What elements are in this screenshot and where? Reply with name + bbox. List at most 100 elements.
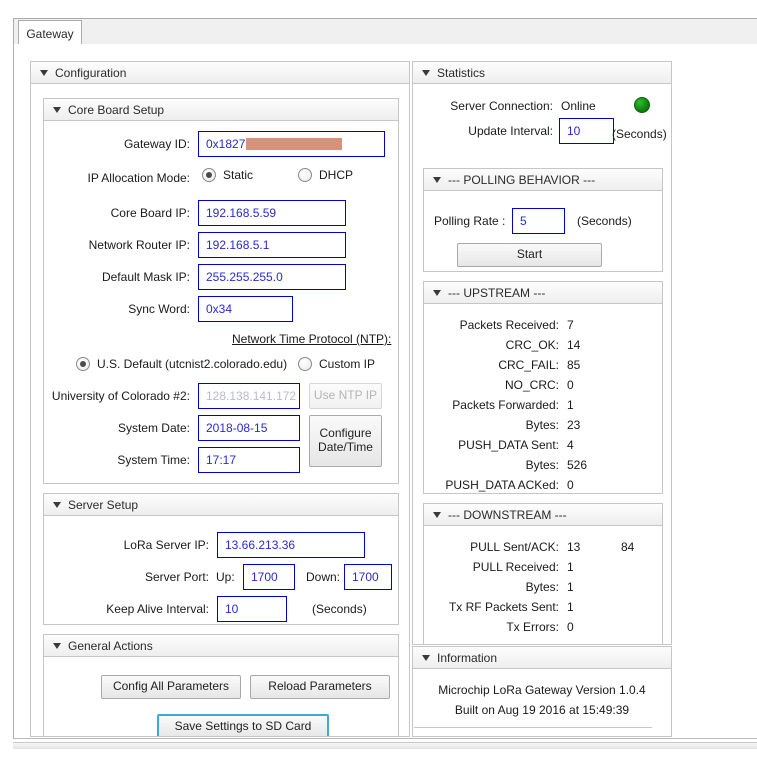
server-port-up-input[interactable]: 1700 <box>243 564 295 590</box>
radio-ntp-custom-ip-dot <box>298 357 312 371</box>
start-polling-button[interactable]: Start <box>457 243 602 267</box>
radio-static[interactable]: Static <box>202 168 253 182</box>
configuration-panel-header[interactable]: Configuration <box>31 62 409 84</box>
server-port-down-input[interactable]: 1700 <box>344 564 392 590</box>
radio-ntp-custom-ip[interactable]: Custom IP <box>298 357 375 371</box>
configure-date-time-button[interactable]: Configure Date/Time <box>309 415 382 467</box>
information-panel: Information Microchip LoRa Gateway Versi… <box>412 646 672 737</box>
system-time-label: System Time: <box>117 453 190 467</box>
upstream-row-value: 14 <box>567 338 581 352</box>
polling-behavior-body: Polling Rate : 5 (Seconds) Start <box>424 191 662 271</box>
downstream-row-value: 1 <box>567 600 574 614</box>
update-interval-value: 10 <box>567 124 581 138</box>
default-mask-ip-value: 255.255.255.0 <box>206 270 283 284</box>
polling-rate-input[interactable]: 5 <box>512 208 565 234</box>
core-board-ip-value: 192.168.5.59 <box>206 206 277 220</box>
configuration-panel-body: Core Board Setup Gateway ID: 0x1827 IP A… <box>31 84 409 736</box>
upstream-header[interactable]: --- UPSTREAM --- <box>424 282 662 304</box>
core-board-setup-header[interactable]: Core Board Setup <box>44 99 398 121</box>
keep-alive-interval-input[interactable]: 10 <box>217 596 287 622</box>
upstream-row-value: 7 <box>567 318 574 332</box>
config-all-parameters-button[interactable]: Config All Parameters <box>101 675 241 699</box>
configuration-panel: Configuration Core Board Setup Gateway I… <box>30 61 410 737</box>
lora-server-ip-value: 13.66.213.36 <box>225 538 296 552</box>
upstream-row-value: 85 <box>567 358 581 372</box>
statistics-panel-header[interactable]: Statistics <box>413 62 671 84</box>
radio-ntp-us-default-dot <box>76 357 90 371</box>
upstream-title: --- UPSTREAM --- <box>448 285 546 300</box>
system-date-value: 2018-08-15 <box>206 421 268 435</box>
reload-parameters-button[interactable]: Reload Parameters <box>250 675 390 699</box>
tab-gateway[interactable]: Gateway <box>18 20 82 46</box>
statistics-panel: Statistics Server Connection: Online Upd… <box>412 61 672 645</box>
update-interval-input[interactable]: 10 <box>559 118 614 144</box>
ntp-server-input[interactable]: 128.138.141.172 <box>198 383 300 409</box>
window-bottom-bar <box>13 742 757 749</box>
save-settings-to-sd-card-label: Save Settings to SD Card <box>174 719 312 734</box>
configuration-panel-title: Configuration <box>55 65 127 80</box>
sync-word-value: 0x34 <box>206 302 233 316</box>
information-panel-header[interactable]: Information <box>413 647 671 669</box>
chevron-down-icon <box>53 501 61 508</box>
downstream-row-value: 1 <box>567 580 574 594</box>
gateway-id-label: Gateway ID: <box>123 137 190 151</box>
chevron-down-icon <box>40 69 48 76</box>
save-settings-to-sd-card-button[interactable]: Save Settings to SD Card <box>157 714 329 736</box>
ntp-heading: Network Time Protocol (NTP): <box>232 332 392 346</box>
upstream-row-value: 526 <box>567 458 588 472</box>
polling-behavior-header[interactable]: --- POLLING BEHAVIOR --- <box>424 169 662 191</box>
server-setup-title: Server Setup <box>68 497 139 512</box>
general-actions-title: General Actions <box>68 638 153 653</box>
upstream-row-value: 0 <box>567 378 574 392</box>
core-board-setup-group: Core Board Setup Gateway ID: 0x1827 IP A… <box>43 98 399 484</box>
radio-dhcp[interactable]: DHCP <box>298 168 353 182</box>
upstream-row-label: Bytes: <box>525 418 559 432</box>
information-panel-title: Information <box>437 650 498 665</box>
polling-behavior-title: --- POLLING BEHAVIOR --- <box>448 172 596 187</box>
server-setup-header[interactable]: Server Setup <box>44 494 398 516</box>
use-ntp-ip-button-label: Use NTP IP <box>313 388 378 403</box>
server-port-up-value: 1700 <box>251 570 278 584</box>
ntp-server-value: 128.138.141.172 <box>206 389 297 403</box>
core-board-setup-body: Gateway ID: 0x1827 IP Allocation Mode: S… <box>44 121 398 483</box>
update-interval-units: (Seconds) <box>612 127 667 141</box>
upstream-row-label: PUSH_DATA ACKed: <box>445 478 559 492</box>
server-port-label: Server Port: <box>144 570 209 584</box>
reload-parameters-label: Reload Parameters <box>268 679 372 694</box>
sync-word-label: Sync Word: <box>128 302 190 316</box>
config-all-parameters-label: Config All Parameters <box>112 679 230 694</box>
gateway-id-input[interactable]: 0x1827 <box>198 131 385 157</box>
use-ntp-ip-button[interactable]: Use NTP IP <box>309 383 382 409</box>
statistics-panel-title: Statistics <box>437 65 486 80</box>
upstream-group: --- UPSTREAM --- Packets Received: 7 CRC… <box>423 281 663 494</box>
downstream-header[interactable]: --- DOWNSTREAM --- <box>424 504 662 526</box>
tab-strip <box>13 18 757 45</box>
network-router-ip-input[interactable]: 192.168.5.1 <box>198 232 346 258</box>
server-connection-status-led <box>634 97 650 113</box>
system-time-input[interactable]: 17:17 <box>198 447 300 473</box>
upstream-row-label: CRC_OK: <box>505 338 559 352</box>
downstream-row-value: 13 <box>567 540 581 554</box>
core-board-ip-input[interactable]: 192.168.5.59 <box>198 200 346 226</box>
upstream-row-value: 4 <box>567 438 574 452</box>
ntp-server-label: University of Colorado #2: <box>51 389 190 403</box>
chevron-down-icon <box>433 511 441 518</box>
sync-word-input[interactable]: 0x34 <box>198 296 293 322</box>
radio-ntp-us-default[interactable]: U.S. Default (utcnist2.colorado.edu) <box>76 357 287 371</box>
network-router-ip-label: Network Router IP: <box>88 238 190 252</box>
radio-ntp-us-default-label: U.S. Default (utcnist2.colorado.edu) <box>97 357 288 371</box>
information-version-line: Microchip LoRa Gateway Version 1.0.4 <box>438 683 646 697</box>
general-actions-header[interactable]: General Actions <box>44 635 398 657</box>
update-interval-label: Update Interval: <box>468 124 553 138</box>
default-mask-ip-input[interactable]: 255.255.255.0 <box>198 264 346 290</box>
upstream-row-value: 23 <box>567 418 581 432</box>
gateway-id-redaction-bar <box>246 138 343 150</box>
system-date-input[interactable]: 2018-08-15 <box>198 415 300 441</box>
gateway-id-value: 0x1827 <box>206 137 246 151</box>
system-date-label: System Date: <box>117 421 190 435</box>
chevron-down-icon <box>53 642 61 649</box>
downstream-group: --- DOWNSTREAM --- PULL Sent/ACK: 13 84 … <box>423 503 663 644</box>
keep-alive-interval-units: (Seconds) <box>312 602 367 616</box>
lora-server-ip-input[interactable]: 13.66.213.36 <box>217 532 365 558</box>
server-connection-value: Online <box>561 99 596 113</box>
